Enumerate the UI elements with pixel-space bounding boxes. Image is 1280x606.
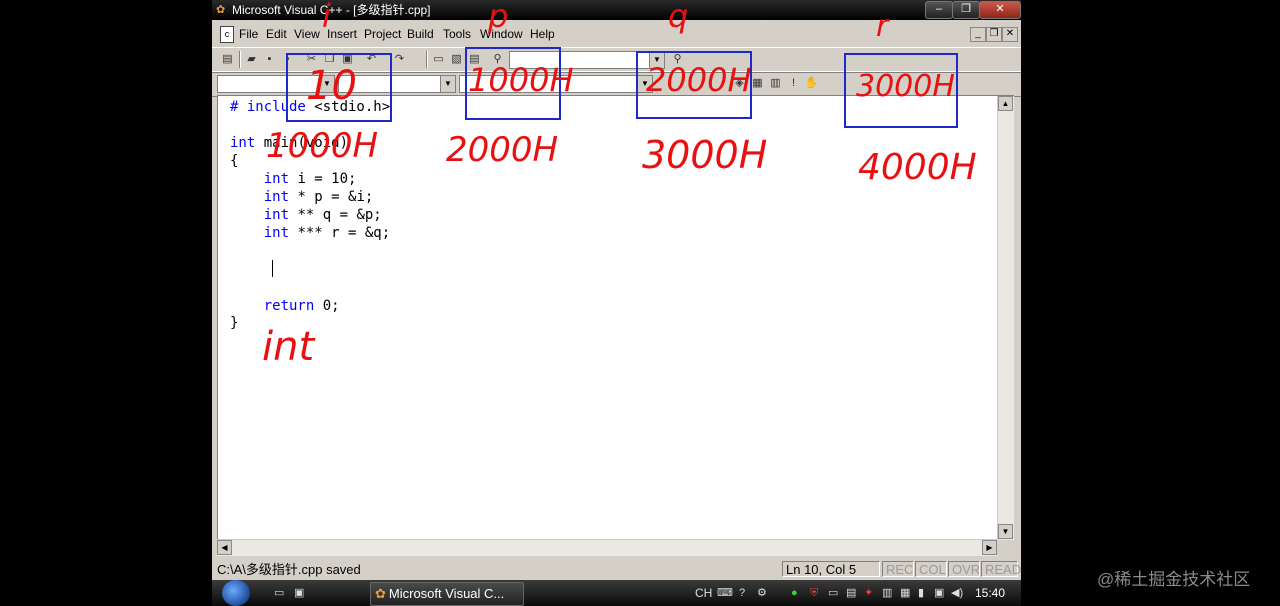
volume-icon[interactable]: ◀) (951, 585, 963, 601)
rec-indicator: REC (882, 561, 914, 577)
code-line: # include <stdio.h> (230, 99, 391, 115)
toolbar-separator (426, 51, 428, 68)
code-line: int ** q = &p; (230, 207, 382, 223)
compile-icon[interactable]: ◈ (732, 76, 747, 91)
standard-toolbar: ▤ ▰ ▪ ▪ ✂ ❐ ▣ ↶ ↷ ▭ ▧ ▤ ⚲ ▼ ⚲ (212, 47, 1021, 73)
mdi-close-button[interactable]: ✕ (1002, 27, 1018, 42)
code-line: { (230, 153, 239, 169)
class-combo[interactable]: ▼ (217, 75, 335, 93)
menu-build[interactable]: Build (405, 23, 436, 45)
find-combo[interactable]: ▼ (509, 51, 665, 69)
close-button[interactable]: ✕ (979, 1, 1021, 19)
antivirus-icon[interactable]: ✦ (864, 585, 873, 601)
tray-app-icon[interactable]: ▤ (846, 585, 856, 601)
input-language[interactable]: CH (695, 585, 712, 601)
menu-view[interactable]: View (292, 23, 322, 45)
build-icon[interactable]: ▦ (750, 76, 765, 91)
chevron-down-icon[interactable]: ▼ (440, 76, 455, 92)
menu-bar: c File Edit View Insert Project Build To… (212, 23, 1021, 45)
visual-cpp-app-icon: ✿ (216, 4, 226, 16)
taskbar-task-label: Microsoft Visual C... (388, 586, 505, 601)
visual-cpp-app-icon: ✿ (375, 586, 386, 601)
show-desktop-icon[interactable]: ▭ (274, 585, 284, 601)
chevron-down-icon[interactable]: ▼ (637, 76, 652, 92)
code-line: int i = 10; (230, 171, 357, 187)
stop-build-icon[interactable]: ▥ (768, 76, 783, 91)
save-all-icon[interactable]: ▪ (280, 52, 295, 67)
menu-window[interactable]: Window (478, 23, 525, 45)
members-combo[interactable]: ▼ (459, 75, 653, 93)
code-line: int main(void) (230, 135, 349, 151)
toolbar-separator (239, 51, 241, 68)
menu-edit[interactable]: Edit (264, 23, 289, 45)
chevron-down-icon[interactable]: ▼ (319, 76, 334, 92)
undo-icon[interactable]: ↶ (364, 52, 379, 67)
restore-button[interactable]: ❐ (952, 1, 980, 19)
code-editor[interactable]: # include <stdio.h> int main(void) { int… (217, 95, 1014, 540)
switch-windows-icon[interactable]: ▣ (294, 585, 304, 601)
save-icon[interactable]: ▪ (262, 52, 277, 67)
window-list-icon[interactable]: ▤ (467, 52, 482, 67)
chevron-down-icon[interactable]: ▼ (649, 52, 664, 68)
code-line: return 0; (230, 298, 340, 314)
filter-combo[interactable]: ▼ (338, 75, 456, 93)
new-text-file-icon[interactable]: ▤ (220, 52, 235, 67)
cursor-position: Ln 10, Col 5 (782, 561, 880, 577)
read-indicator: READ (981, 561, 1021, 577)
code-line: int *** r = &q; (230, 225, 391, 241)
keyboard-icon[interactable]: ⌨ (717, 585, 733, 601)
run-icon[interactable]: ! (786, 76, 801, 91)
workspace-icon[interactable]: ▭ (431, 52, 446, 67)
title-bar: ✿ Microsoft Visual C++ - [多级指针.cpp] – ❐ … (212, 0, 1021, 20)
minimize-button[interactable]: – (925, 1, 953, 19)
settings-icon[interactable]: ⚙ (757, 585, 767, 601)
code-line: } (230, 315, 239, 331)
cut-icon[interactable]: ✂ (304, 52, 319, 67)
ovr-indicator: OVR (948, 561, 980, 577)
status-message: C:\A\多级指针.cpp saved (217, 562, 361, 577)
paste-icon[interactable]: ▣ (340, 52, 355, 67)
tray-utility-icon[interactable]: ▦ (900, 585, 910, 601)
mdi-restore-button[interactable]: ❐ (986, 27, 1002, 42)
code-line: int * p = &i; (230, 189, 374, 205)
menu-tools[interactable]: Tools (441, 23, 473, 45)
mdi-minimize-button[interactable]: _ (970, 27, 986, 42)
scroll-right-icon[interactable]: ▶ (982, 540, 997, 555)
output-window-icon[interactable]: ▧ (449, 52, 464, 67)
menu-file[interactable]: File (237, 23, 260, 45)
start-button[interactable] (222, 580, 250, 606)
tray-tool-icon[interactable]: ▥ (882, 585, 892, 601)
find-in-files-icon[interactable]: ⚲ (490, 52, 505, 67)
redo-icon[interactable]: ↷ (392, 52, 407, 67)
col-indicator: COL (915, 561, 947, 577)
horizontal-scrollbar[interactable]: ◀ ▶ (217, 539, 997, 556)
visual-cpp-window: ✿ Microsoft Visual C++ - [多级指针.cpp] – ❐ … (212, 0, 1021, 606)
find-icon[interactable]: ⚲ (670, 52, 685, 67)
menu-help[interactable]: Help (528, 23, 557, 45)
network-icon[interactable]: ● (791, 585, 798, 601)
help-icon[interactable]: ? (739, 585, 745, 601)
open-folder-icon[interactable]: ▰ (244, 52, 259, 67)
menu-project[interactable]: Project (362, 23, 403, 45)
status-bar: C:\A\多级指针.cpp saved Ln 10, Col 5 REC COL… (212, 559, 1021, 580)
menu-insert[interactable]: Insert (325, 23, 359, 45)
text-caret (272, 260, 273, 277)
copy-icon[interactable]: ❐ (322, 52, 337, 67)
window-title: Microsoft Visual C++ - [多级指针.cpp] (232, 3, 431, 17)
clock[interactable]: 15:40 (975, 580, 1005, 606)
scroll-up-icon[interactable]: ▲ (998, 96, 1013, 111)
taskbar-visual-cpp-button[interactable]: ✿ Microsoft Visual C... (370, 582, 524, 606)
vertical-scrollbar[interactable]: ▲ ▼ (997, 96, 1014, 540)
monitor-icon[interactable]: ▭ (828, 585, 838, 601)
insert-breakpoint-icon[interactable]: ✋ (804, 76, 819, 91)
wizard-toolbar: ▼ ▼ ▼ ◈ ▦ ▥ ! ✋ (212, 71, 1021, 97)
battery-icon[interactable]: ▮ (918, 585, 924, 601)
watermark: @稀土掘金技术社区 (1097, 570, 1251, 589)
scroll-left-icon[interactable]: ◀ (217, 540, 232, 555)
taskbar: ▭ ▣ ✿ Microsoft Visual C... CH ⌨ ? ⚙ ● ⛨ … (212, 580, 1021, 606)
security-shield-icon[interactable]: ⛨ (810, 585, 818, 601)
scroll-down-icon[interactable]: ▼ (998, 524, 1013, 539)
document-icon: c (220, 26, 234, 43)
display-icon[interactable]: ▣ (934, 585, 944, 601)
